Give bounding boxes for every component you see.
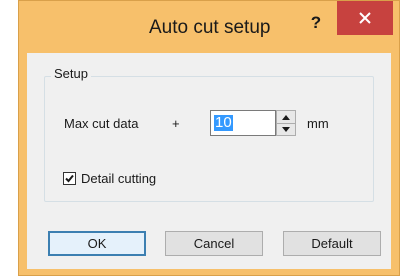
auto-cut-setup-dialog: Auto cut setup ? Setup Max cut data + 10… <box>18 0 400 276</box>
detail-cutting-label[interactable]: Detail cutting <box>81 171 156 186</box>
arrow-up-icon <box>282 114 290 120</box>
default-button[interactable]: Default <box>283 231 381 256</box>
help-button[interactable]: ? <box>305 11 327 35</box>
detail-cutting-checkbox[interactable] <box>63 172 76 185</box>
max-cut-data-spinner[interactable] <box>276 110 296 136</box>
max-cut-data-label: Max cut data <box>64 116 139 131</box>
plus-sign: + <box>172 116 180 131</box>
ok-button[interactable]: OK <box>48 231 146 256</box>
max-cut-data-value: 10 <box>214 114 233 131</box>
unit-label: mm <box>307 116 329 131</box>
max-cut-data-input[interactable]: 10 <box>210 110 276 136</box>
spin-down-button[interactable] <box>277 123 295 135</box>
setup-group-label: Setup <box>51 66 91 81</box>
close-button[interactable] <box>337 1 393 35</box>
title-bar[interactable]: Auto cut setup ? <box>19 1 399 53</box>
dialog-client-area: Setup Max cut data + 10 mm Detail cuttin… <box>27 53 391 269</box>
cancel-button[interactable]: Cancel <box>165 231 263 256</box>
checkmark-icon <box>65 174 74 183</box>
close-icon <box>359 12 371 24</box>
arrow-down-icon <box>282 126 290 132</box>
dialog-title: Auto cut setup <box>149 17 271 38</box>
